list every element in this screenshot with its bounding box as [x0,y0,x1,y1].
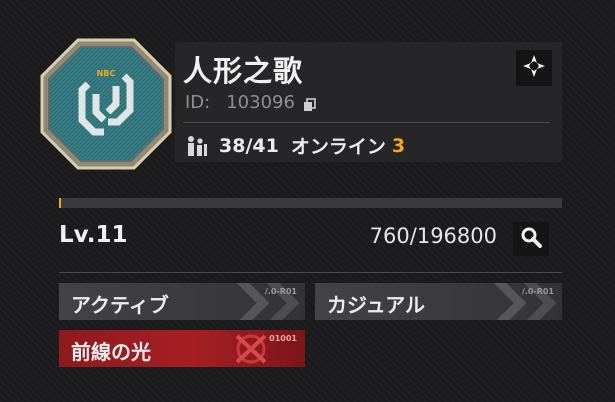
exp-progress-bar [59,198,562,208]
team-name: 人形之歌 [183,54,304,88]
level-label: Lv.11 [59,222,128,248]
tag-frontline-light[interactable]: 前線の光 01001 [59,330,305,367]
team-id-value: 103096 [226,92,295,113]
team-emblem: NBC [38,36,174,172]
copy-icon[interactable] [303,96,317,111]
tag-label: アクティブ [71,293,169,317]
people-icon [185,135,209,157]
online-count: 3 [391,134,406,157]
search-icon [520,226,542,252]
tag-active[interactable]: アクティブ /.0-R01 [59,283,305,320]
member-count: 38/41 [219,134,279,157]
search-button[interactable] [513,222,549,256]
exp-progress-fill [59,198,61,208]
tag-code: /.0-R01 [264,287,297,296]
team-id-row: ID: 103096 [185,92,317,113]
tag-code: 01001 [269,334,297,343]
tag-label: カジュアル [327,293,425,317]
locate-button[interactable] [516,50,552,86]
team-info-panel: 人形之歌 ID: 103096 38/41 オンライン 3 [175,42,562,162]
emblem-text: NBC [97,69,116,78]
crosshair-diamond-icon [522,54,546,82]
tag-casual[interactable]: カジュアル /.0-R01 [315,283,562,320]
section-divider [59,272,562,273]
members-row: 38/41 オンライン 3 [185,132,405,159]
tag-code: /.0-R01 [521,287,554,296]
tag-label: 前線の光 [71,340,151,364]
team-id-label: ID: [185,92,211,113]
exp-value: 760/196800 [369,224,497,248]
online-label: オンライン [290,136,386,158]
info-divider [183,122,550,123]
